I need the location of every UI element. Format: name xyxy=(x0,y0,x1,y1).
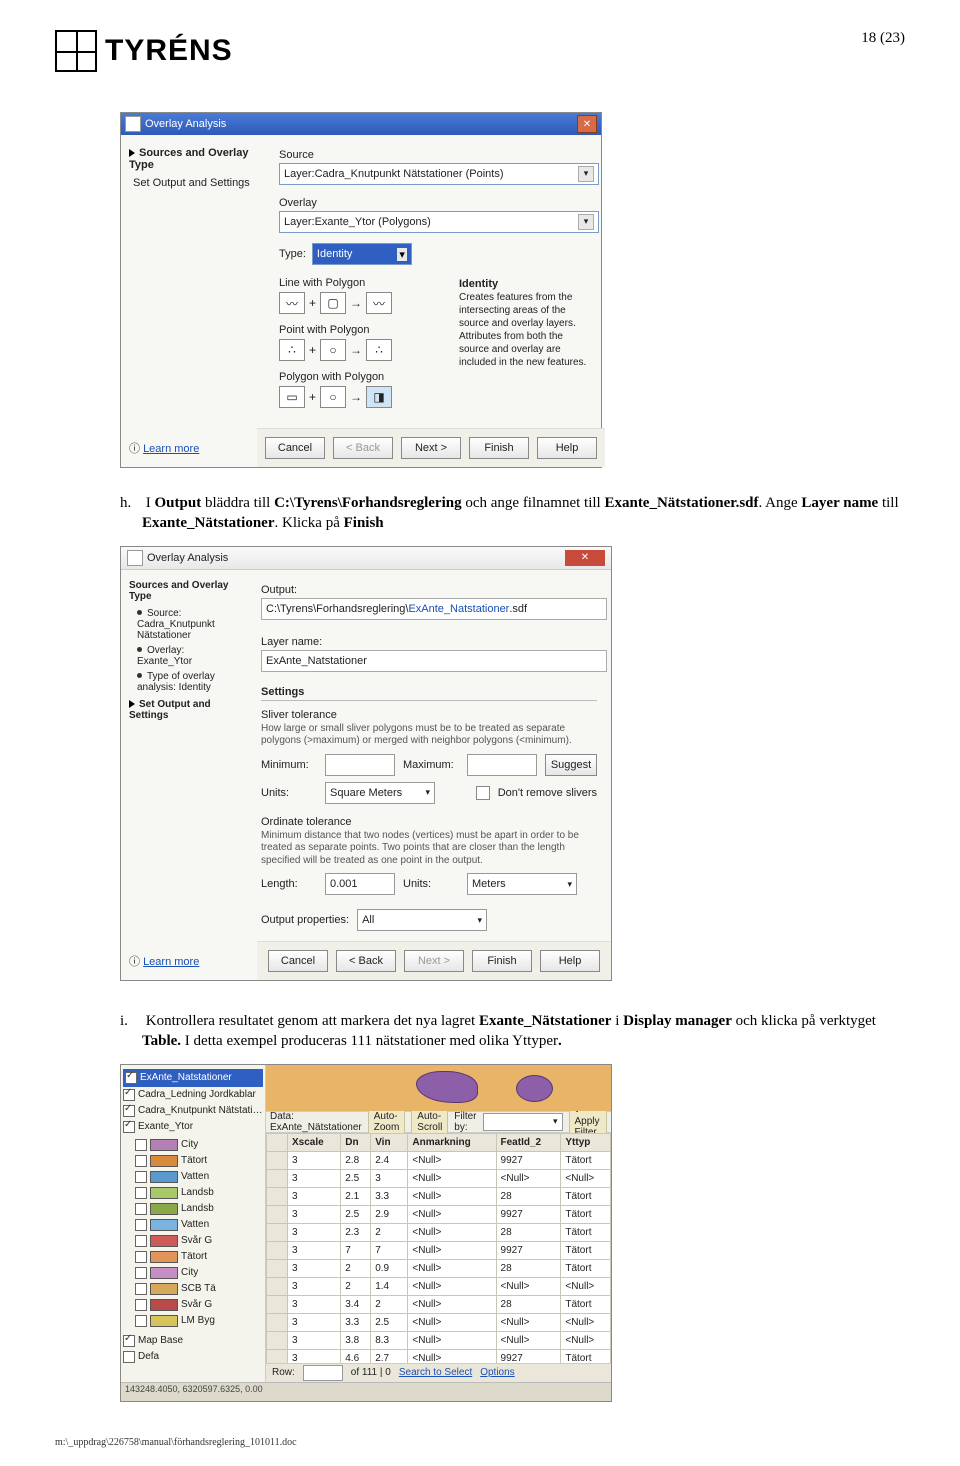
screenshot-overlay-step2: Overlay Analysis ✕ Sources and Overlay T… xyxy=(120,546,612,982)
filter-select[interactable]: ▾ xyxy=(483,1113,563,1131)
finish-button[interactable]: Finish xyxy=(472,950,532,972)
layer-tree[interactable]: ExAnte_Natstationer Cadra_Ledning Jordka… xyxy=(121,1065,266,1382)
ordinate-desc: Minimum distance that two nodes (vertice… xyxy=(261,830,597,868)
suggest-button[interactable]: Suggest xyxy=(545,754,597,776)
logo-icon xyxy=(55,30,97,72)
source-label: Source xyxy=(279,149,589,161)
row-field[interactable] xyxy=(303,1365,343,1381)
options-link[interactable]: Options xyxy=(480,1367,514,1378)
wizard-steps: Sources and Overlay Type Set Output and … xyxy=(121,135,267,428)
output-props-select[interactable]: All▾ xyxy=(357,909,487,931)
learn-more-link[interactable]: Learn more xyxy=(143,956,199,968)
type-label: Type: xyxy=(279,248,306,260)
logo: TYRÉNS xyxy=(55,30,233,72)
next-button[interactable]: Next > xyxy=(401,437,461,459)
ordinate-label: Ordinate tolerance xyxy=(261,816,597,828)
cancel-button[interactable]: Cancel xyxy=(268,950,328,972)
map-preview xyxy=(266,1065,611,1111)
screenshot-overlay-step1: Overlay Analysis ✕ Sources and Overlay T… xyxy=(120,112,602,468)
layer-name-field[interactable]: ExAnte_Natstationer xyxy=(261,650,607,672)
settings-header: Settings xyxy=(261,686,597,701)
type-description: Identity Creates features from the inter… xyxy=(459,277,589,418)
dialog-title: Overlay Analysis xyxy=(147,552,228,564)
length-field[interactable]: 0.001 xyxy=(325,873,395,895)
data-grid[interactable]: XscaleDnVinAnmarkningFeatId_2Yttyp 32.82… xyxy=(266,1133,611,1363)
search-to-select-link[interactable]: Search to Select xyxy=(399,1367,472,1378)
footer-path: m:\_uppdrag\226758\manual\förhandsregler… xyxy=(55,1437,297,1448)
output-field[interactable]: C:\Tyrens\Forhandsreglering\ExAnte_Natst… xyxy=(261,598,607,620)
cancel-button[interactable]: Cancel xyxy=(265,437,325,459)
layer-name-label: Layer name: xyxy=(261,636,597,648)
min-field[interactable] xyxy=(325,754,395,776)
learn-more-link[interactable]: Learn more xyxy=(143,443,199,455)
units-select[interactable]: Square Meters▾ xyxy=(325,782,435,804)
output-label: Output: xyxy=(261,584,597,596)
help-button[interactable]: Help xyxy=(537,437,597,459)
status-bar: 143248.4050, 6320597.6325, 0.00 xyxy=(121,1382,611,1401)
max-field[interactable] xyxy=(467,754,537,776)
finish-button[interactable]: Finish xyxy=(469,437,529,459)
titlebar: Overlay Analysis ✕ xyxy=(121,113,601,135)
autoscroll-button[interactable]: Auto-Scroll xyxy=(411,1109,448,1135)
type-diagrams: Line with Polygon〰+▢→〰 Point with Polygo… xyxy=(279,277,429,418)
dialog-title: Overlay Analysis xyxy=(145,118,226,130)
type-select[interactable]: Identity▾ xyxy=(312,243,412,265)
wizard-steps: Sources and Overlay Type Source: Cadra_K… xyxy=(121,570,247,942)
dialog-icon xyxy=(125,116,141,132)
grid-toolbar: Data: ExAnte_Nätstationer Auto-Zoom Auto… xyxy=(266,1111,611,1133)
back-button[interactable]: < Back xyxy=(333,437,393,459)
sliver-desc: How large or small sliver polygons must … xyxy=(261,723,597,748)
paragraph-h: h. I Output bläddra till C:\Tyrens\Forha… xyxy=(120,493,905,534)
overlay-select[interactable]: Layer:Exante_Ytor (Polygons)▾ xyxy=(279,211,599,233)
titlebar: Overlay Analysis ✕ xyxy=(121,547,611,570)
page-number: 18 (23) xyxy=(861,30,905,47)
back-button[interactable]: < Back xyxy=(336,950,396,972)
dialog-icon xyxy=(127,550,143,566)
source-select[interactable]: Layer:Cadra_Knutpunkt Nätstationer (Poin… xyxy=(279,163,599,185)
ord-units-select[interactable]: Meters▾ xyxy=(467,873,577,895)
info-icon: ⓘ xyxy=(129,956,140,968)
grid-footer: Row: of 111 | 0 Search to Select Options xyxy=(266,1363,611,1382)
autozoom-button[interactable]: Auto-Zoom xyxy=(368,1109,406,1135)
next-button[interactable]: Next > xyxy=(404,950,464,972)
screenshot-display-manager: ExAnte_Natstationer Cadra_Ledning Jordka… xyxy=(120,1064,612,1402)
dont-remove-checkbox[interactable] xyxy=(476,786,490,800)
sliver-label: Sliver tolerance xyxy=(261,709,597,721)
info-icon: ⓘ xyxy=(129,443,140,455)
paragraph-i: i. Kontrollera resultatet genom att mark… xyxy=(120,1011,905,1052)
close-button[interactable]: ✕ xyxy=(577,115,597,133)
help-button[interactable]: Help xyxy=(540,950,600,972)
overlay-label: Overlay xyxy=(279,197,589,209)
close-button[interactable]: ✕ xyxy=(565,550,605,566)
logo-text: TYRÉNS xyxy=(105,34,233,68)
